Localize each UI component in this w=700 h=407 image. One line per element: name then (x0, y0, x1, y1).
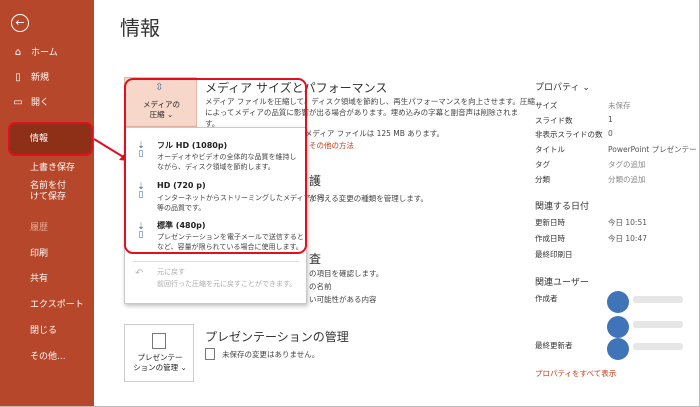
dates-header: 関連する日付 (535, 202, 590, 212)
prop-key: スライド数 (535, 116, 573, 125)
prop-key: タグ (535, 160, 550, 169)
manage-title: プレゼンテーションの管理 (205, 330, 349, 344)
show-all-properties-link[interactable]: プロパティをすべて表示 (535, 368, 616, 379)
manage-label-2: ションの管理 (133, 363, 179, 372)
undo-icon: ↶ (135, 268, 144, 279)
sidebar-item-label: エクスポート (30, 300, 84, 310)
document-icon (152, 333, 166, 349)
prop-tags-value[interactable]: タグの追加 (608, 159, 646, 170)
sidebar-item-label: 名前を付けて保存 (30, 181, 67, 202)
sidebar-item-label: その他... (30, 352, 66, 362)
sidebar-item-print[interactable]: 印刷 (0, 243, 94, 265)
date-key: 更新日時 (535, 218, 565, 227)
sidebar-item-label: 情報 (30, 134, 49, 144)
prop-value: 0 (608, 129, 613, 138)
prop-key: サイズ (535, 101, 558, 110)
home-icon: ⌂ (14, 47, 22, 58)
sidebar: ← ⌂ ホーム ▯ 新規 ▭ 開く 情報 上書き保存 名前を付けて保存 履歴 印… (0, 0, 94, 406)
manage-note: 未保存の変更はありません。 (222, 350, 320, 359)
chevron-down-icon: ⌄ (180, 363, 187, 372)
page-title: 情報 (120, 16, 160, 40)
date-key: 最終印刷日 (535, 250, 573, 259)
protect-title: 護 (309, 174, 322, 188)
inspect-desc-3: い可能性がある内容 (309, 295, 377, 304)
prop-value: 1 (608, 115, 613, 124)
inspect-desc-1: の項目を確認します。 (309, 269, 384, 278)
more-options-link[interactable]: その他の方法 (309, 140, 354, 151)
prop-key: 分類 (535, 175, 550, 184)
avatar (607, 338, 629, 360)
users-header: 関連ユーザー (535, 278, 589, 288)
manage-label-1: プレゼンテー (137, 353, 183, 362)
date-value: 今日 10:51 (608, 218, 647, 227)
sidebar-item-info[interactable]: 情報 (8, 122, 93, 156)
highlight-box (124, 78, 307, 254)
sidebar-item-home[interactable]: ⌂ ホーム (0, 42, 94, 64)
sidebar-item-label: 印刷 (30, 249, 49, 259)
prop-title-value[interactable]: PowerPoint プレゼンテー (608, 144, 697, 155)
author-label: 作成者 (535, 294, 558, 303)
sidebar-item-label: 新規 (31, 73, 50, 83)
sidebar-item-label: 履歴 (30, 223, 49, 233)
avatar (607, 316, 629, 338)
sidebar-item-save-as[interactable]: 名前を付けて保存 (0, 180, 70, 202)
undo-compress-title: 元に戻す (157, 268, 185, 276)
sidebar-item-open[interactable]: ▭ 開く (0, 92, 94, 114)
sidebar-item-close[interactable]: 閉じる (0, 320, 94, 342)
modifier-name-redacted (633, 343, 683, 350)
sidebar-item-label: 開く (31, 98, 50, 108)
new-file-icon: ▯ (15, 72, 21, 83)
sidebar-item-label: 共有 (30, 274, 49, 284)
sidebar-item-export[interactable]: エクスポート (0, 294, 94, 316)
prop-key: タイトル (535, 145, 565, 154)
open-folder-icon: ▭ (13, 97, 23, 108)
sidebar-item-history: 履歴 (0, 217, 94, 239)
document-icon (205, 348, 215, 360)
prop-value: 未保存 (608, 101, 631, 110)
backstage-window: ← ⌂ ホーム ▯ 新規 ▭ 開く 情報 上書き保存 名前を付けて保存 履歴 印… (0, 0, 700, 407)
author-name-redacted (633, 296, 683, 303)
sidebar-item-more[interactable]: その他... (0, 346, 94, 368)
sidebar-item-save[interactable]: 上書き保存 (0, 157, 94, 179)
divider (133, 261, 299, 262)
date-key: 作成日時 (535, 234, 565, 243)
avatar (607, 291, 629, 313)
back-arrow-icon[interactable]: ← (11, 14, 29, 32)
last-modified-label: 最終更新者 (535, 341, 573, 350)
properties-header[interactable]: プロパティ ⌄ (535, 80, 590, 93)
chevron-down-icon: ⌄ (582, 83, 590, 93)
inspect-desc-2: の名前 (309, 282, 332, 291)
prop-key: 非表示スライドの数 (535, 130, 603, 139)
inspect-title: 査 (309, 252, 322, 266)
author-name-redacted (633, 321, 683, 328)
sidebar-item-share[interactable]: 共有 (0, 268, 94, 290)
undo-compress-desc: 前回行った圧縮を元に戻すことができます。 (157, 280, 297, 288)
date-value: 今日 10:47 (608, 234, 647, 243)
protect-desc: が行える変更の種類を管理します。 (309, 194, 429, 203)
sidebar-item-label: 閉じる (30, 326, 58, 336)
properties-header-label: プロパティ (535, 83, 580, 93)
sidebar-item-label: 上書き保存 (30, 163, 76, 173)
sidebar-item-label: ホーム (31, 48, 58, 58)
sidebar-item-new[interactable]: ▯ 新規 (0, 67, 94, 89)
manage-presentation-button[interactable]: プレゼンテー ションの管理 ⌄ (124, 324, 194, 382)
prop-category-value[interactable]: 分類の追加 (608, 174, 646, 185)
